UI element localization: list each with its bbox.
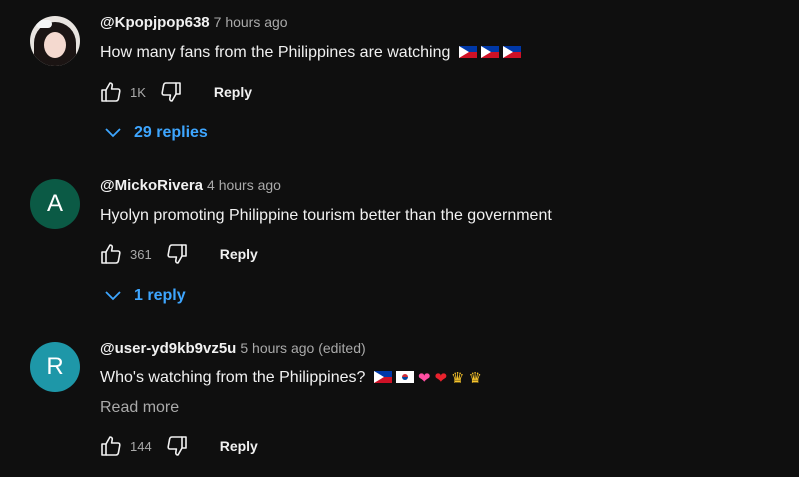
thumbs-down-icon [161, 82, 181, 102]
like-count: 144 [130, 438, 152, 454]
avatar[interactable]: R [30, 342, 80, 392]
philippines-flag-emoji [458, 46, 477, 58]
reply-button[interactable]: Reply [220, 246, 258, 262]
replies-count: 1 reply [134, 287, 186, 304]
like-button[interactable] [96, 431, 126, 461]
thumbs-down-icon [167, 436, 187, 456]
thumbs-down-icon [167, 244, 187, 264]
dislike-button[interactable] [162, 239, 192, 269]
avatar-letter: A [46, 190, 63, 217]
comment-author[interactable]: @MickoRivera [100, 177, 203, 194]
like-button[interactable] [96, 77, 126, 107]
philippines-flag-emoji [502, 46, 521, 58]
comment-text-body: Who's watching from the Philippines? [100, 369, 366, 386]
avatar[interactable] [30, 16, 80, 66]
view-replies-button[interactable]: 29 replies [104, 124, 208, 142]
comment-actions: 144 Reply [96, 431, 258, 461]
comment-actions: 361 Reply [96, 239, 258, 269]
reply-button[interactable]: Reply [214, 84, 252, 100]
dislike-button[interactable] [156, 77, 186, 107]
crown-emoji: ♛ [468, 370, 482, 387]
chevron-down-icon [105, 291, 121, 301]
thumbs-up-icon [101, 436, 121, 456]
comment-header: @user-yd9kb9vz5u 5 hours ago (edited) [100, 340, 366, 357]
avatar[interactable]: A [30, 179, 80, 229]
chevron-down-icon [105, 128, 121, 138]
comment-author[interactable]: @user-yd9kb9vz5u [100, 340, 236, 357]
red-heart-emoji: ❤ [434, 370, 448, 387]
comment-text-body: How many fans from the Philippines are w… [100, 44, 451, 61]
comment-time[interactable]: 5 hours ago (edited) [240, 340, 365, 356]
replies-count: 29 replies [134, 124, 208, 141]
comment-header: @Kpopjpop638 7 hours ago [100, 14, 288, 31]
comment-actions: 1K Reply [96, 77, 252, 107]
thumbs-up-icon [101, 82, 121, 102]
comment-text: Who's watching from the Philippines? ❤ ❤ ♛… [100, 369, 482, 387]
dislike-button[interactable] [162, 431, 192, 461]
comment-time[interactable]: 4 hours ago [207, 177, 281, 193]
comment-time[interactable]: 7 hours ago [214, 14, 288, 30]
comment-header: @MickoRivera 4 hours ago [100, 177, 281, 194]
avatar-bow [36, 20, 52, 28]
philippines-flag-emoji [373, 371, 392, 383]
two-hearts-emoji: ❤ [417, 370, 431, 387]
like-count: 1K [130, 84, 146, 100]
thumbs-up-icon [101, 244, 121, 264]
like-count: 361 [130, 246, 152, 262]
south-korea-flag-emoji [395, 371, 414, 383]
comment-author[interactable]: @Kpopjpop638 [100, 14, 210, 31]
comment-text: How many fans from the Philippines are w… [100, 44, 521, 62]
avatar-letter: R [46, 353, 64, 380]
avatar-face [44, 32, 66, 58]
like-button[interactable] [96, 239, 126, 269]
view-replies-button[interactable]: 1 reply [104, 287, 186, 305]
read-more-button[interactable]: Read more [100, 399, 179, 417]
comment-text: Hyolyn promoting Philippine tourism bett… [100, 207, 552, 224]
crown-emoji: ♛ [451, 370, 465, 387]
philippines-flag-emoji [480, 46, 499, 58]
reply-button[interactable]: Reply [220, 438, 258, 454]
